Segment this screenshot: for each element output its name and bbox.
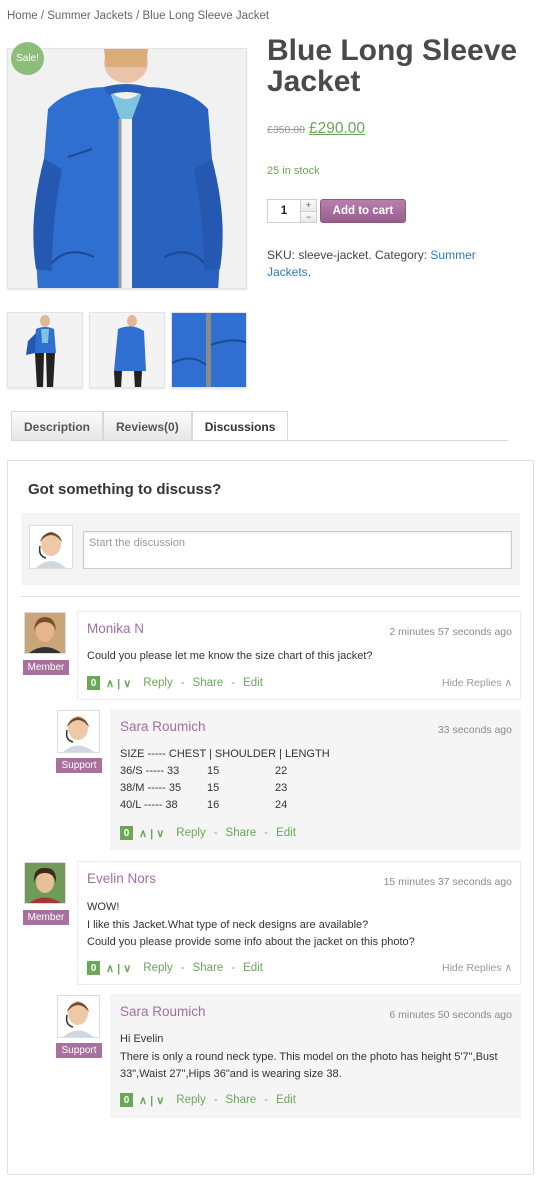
role-badge: Support (56, 1043, 102, 1058)
comment-actions: 0 ∧ | ∨ Reply - Share - Edit (120, 826, 296, 840)
start-discussion-input[interactable]: Start the discussion (83, 531, 512, 569)
current-user-avatar (29, 525, 73, 569)
commenter-avatar (57, 710, 100, 753)
tab-divider (11, 440, 508, 441)
hide-replies-link[interactable]: Hide Replies ∧ (442, 962, 512, 974)
chevron-up-icon: ∧ (504, 677, 513, 689)
share-link[interactable]: Share (193, 677, 224, 689)
quantity-decrease-button[interactable]: − (301, 211, 316, 222)
quantity-increase-button[interactable]: + (301, 200, 316, 212)
vote-count: 0 (120, 1093, 133, 1107)
size-row: 36/S ----- 33 15 22 (120, 765, 288, 777)
tab-reviews[interactable]: Reviews(0) (103, 411, 192, 441)
edit-link[interactable]: Edit (243, 962, 263, 974)
comment-text: Could you please let me know the size ch… (87, 650, 373, 662)
sku-text: SKU: sleeve-jacket. Category: (267, 248, 431, 262)
comment-actions: 0 ∧ | ∨ Reply - Share - Edit (87, 676, 263, 690)
old-price: £350.00 (267, 124, 305, 136)
size-chart-header: SIZE ----- CHEST | SHOULDER | LENGTH (120, 748, 330, 760)
product-meta: SKU: sleeve-jacket. Category: Summer Jac… (267, 248, 476, 279)
commenter-avatar (24, 862, 66, 904)
commenter-avatar (57, 995, 100, 1038)
chevron-up-icon: ∧ (504, 962, 513, 974)
commenter-name[interactable]: Sara Roumich (120, 719, 206, 734)
comment-time: 6 minutes 50 seconds ago (389, 1009, 512, 1021)
vote-arrows[interactable]: ∧ | ∨ (139, 1094, 164, 1107)
thumbnail-2[interactable] (89, 312, 165, 388)
stock-status: 25 in stock (267, 165, 320, 177)
reply-link[interactable]: Reply (143, 677, 172, 689)
commenter-name[interactable]: Sara Roumich (120, 1004, 206, 1019)
quantity-stepper[interactable]: 1 + − (267, 199, 317, 223)
tab-description[interactable]: Description (11, 411, 104, 441)
edit-link[interactable]: Edit (276, 1094, 296, 1106)
vote-arrows[interactable]: ∧ | ∨ (139, 827, 164, 840)
product-main-image[interactable] (7, 48, 247, 289)
sale-price: £290.00 (309, 120, 366, 137)
share-link[interactable]: Share (193, 962, 224, 974)
discussion-separator (21, 596, 520, 597)
discussion-heading: Got something to discuss? (28, 481, 222, 498)
comment-actions: 0 ∧ | ∨ Reply - Share - Edit (87, 961, 263, 975)
commenter-avatar (24, 612, 66, 654)
comment-text: Hi Evelin There is only a round neck typ… (120, 1033, 498, 1080)
vote-count: 0 (87, 676, 100, 690)
reply-link[interactable]: Reply (143, 962, 172, 974)
edit-link[interactable]: Edit (276, 827, 296, 839)
add-to-cart-button[interactable]: Add to cart (320, 199, 406, 223)
product-title: Blue Long Sleeve Jacket (267, 34, 518, 98)
role-badge: Support (56, 758, 102, 773)
size-row: 40/L ----- 38 16 24 (120, 799, 288, 811)
hide-replies-link[interactable]: Hide Replies ∧ (442, 677, 512, 689)
role-badge: Member (23, 910, 69, 925)
comment-actions: 0 ∧ | ∨ Reply - Share - Edit (120, 1093, 296, 1107)
quantity-input[interactable]: 1 (268, 200, 300, 222)
sale-badge: Sale! (11, 42, 44, 75)
thumbnail-1[interactable] (7, 312, 83, 388)
share-link[interactable]: Share (226, 1094, 257, 1106)
product-tabs: Description Reviews(0) Discussions (11, 411, 289, 442)
thumbnail-3[interactable] (171, 312, 247, 388)
vote-count: 0 (87, 961, 100, 975)
reply-link[interactable]: Reply (176, 1094, 205, 1106)
vote-arrows[interactable]: ∧ | ∨ (106, 962, 131, 975)
size-chart: SIZE ----- CHEST | SHOULDER | LENGTH 36/… (120, 746, 330, 814)
breadcrumb[interactable]: Home / Summer Jackets / Blue Long Sleeve… (7, 10, 269, 22)
vote-count: 0 (120, 826, 133, 840)
comment-time: 33 seconds ago (437, 724, 512, 736)
tab-discussions[interactable]: Discussions (191, 411, 289, 442)
share-link[interactable]: Share (226, 827, 257, 839)
vote-arrows[interactable]: ∧ | ∨ (106, 677, 131, 690)
commenter-name[interactable]: Evelin Nors (87, 871, 156, 886)
comment-time: 2 minutes 57 seconds ago (389, 626, 512, 638)
reply-link[interactable]: Reply (176, 827, 205, 839)
edit-link[interactable]: Edit (243, 677, 263, 689)
comment-time: 15 minutes 37 seconds ago (383, 876, 512, 888)
role-badge: Member (23, 660, 69, 675)
comment-text: WOW! I like this Jacket.What type of nec… (87, 901, 415, 948)
size-row: 38/M ----- 35 15 23 (120, 782, 288, 794)
commenter-name[interactable]: Monika N (87, 621, 144, 636)
